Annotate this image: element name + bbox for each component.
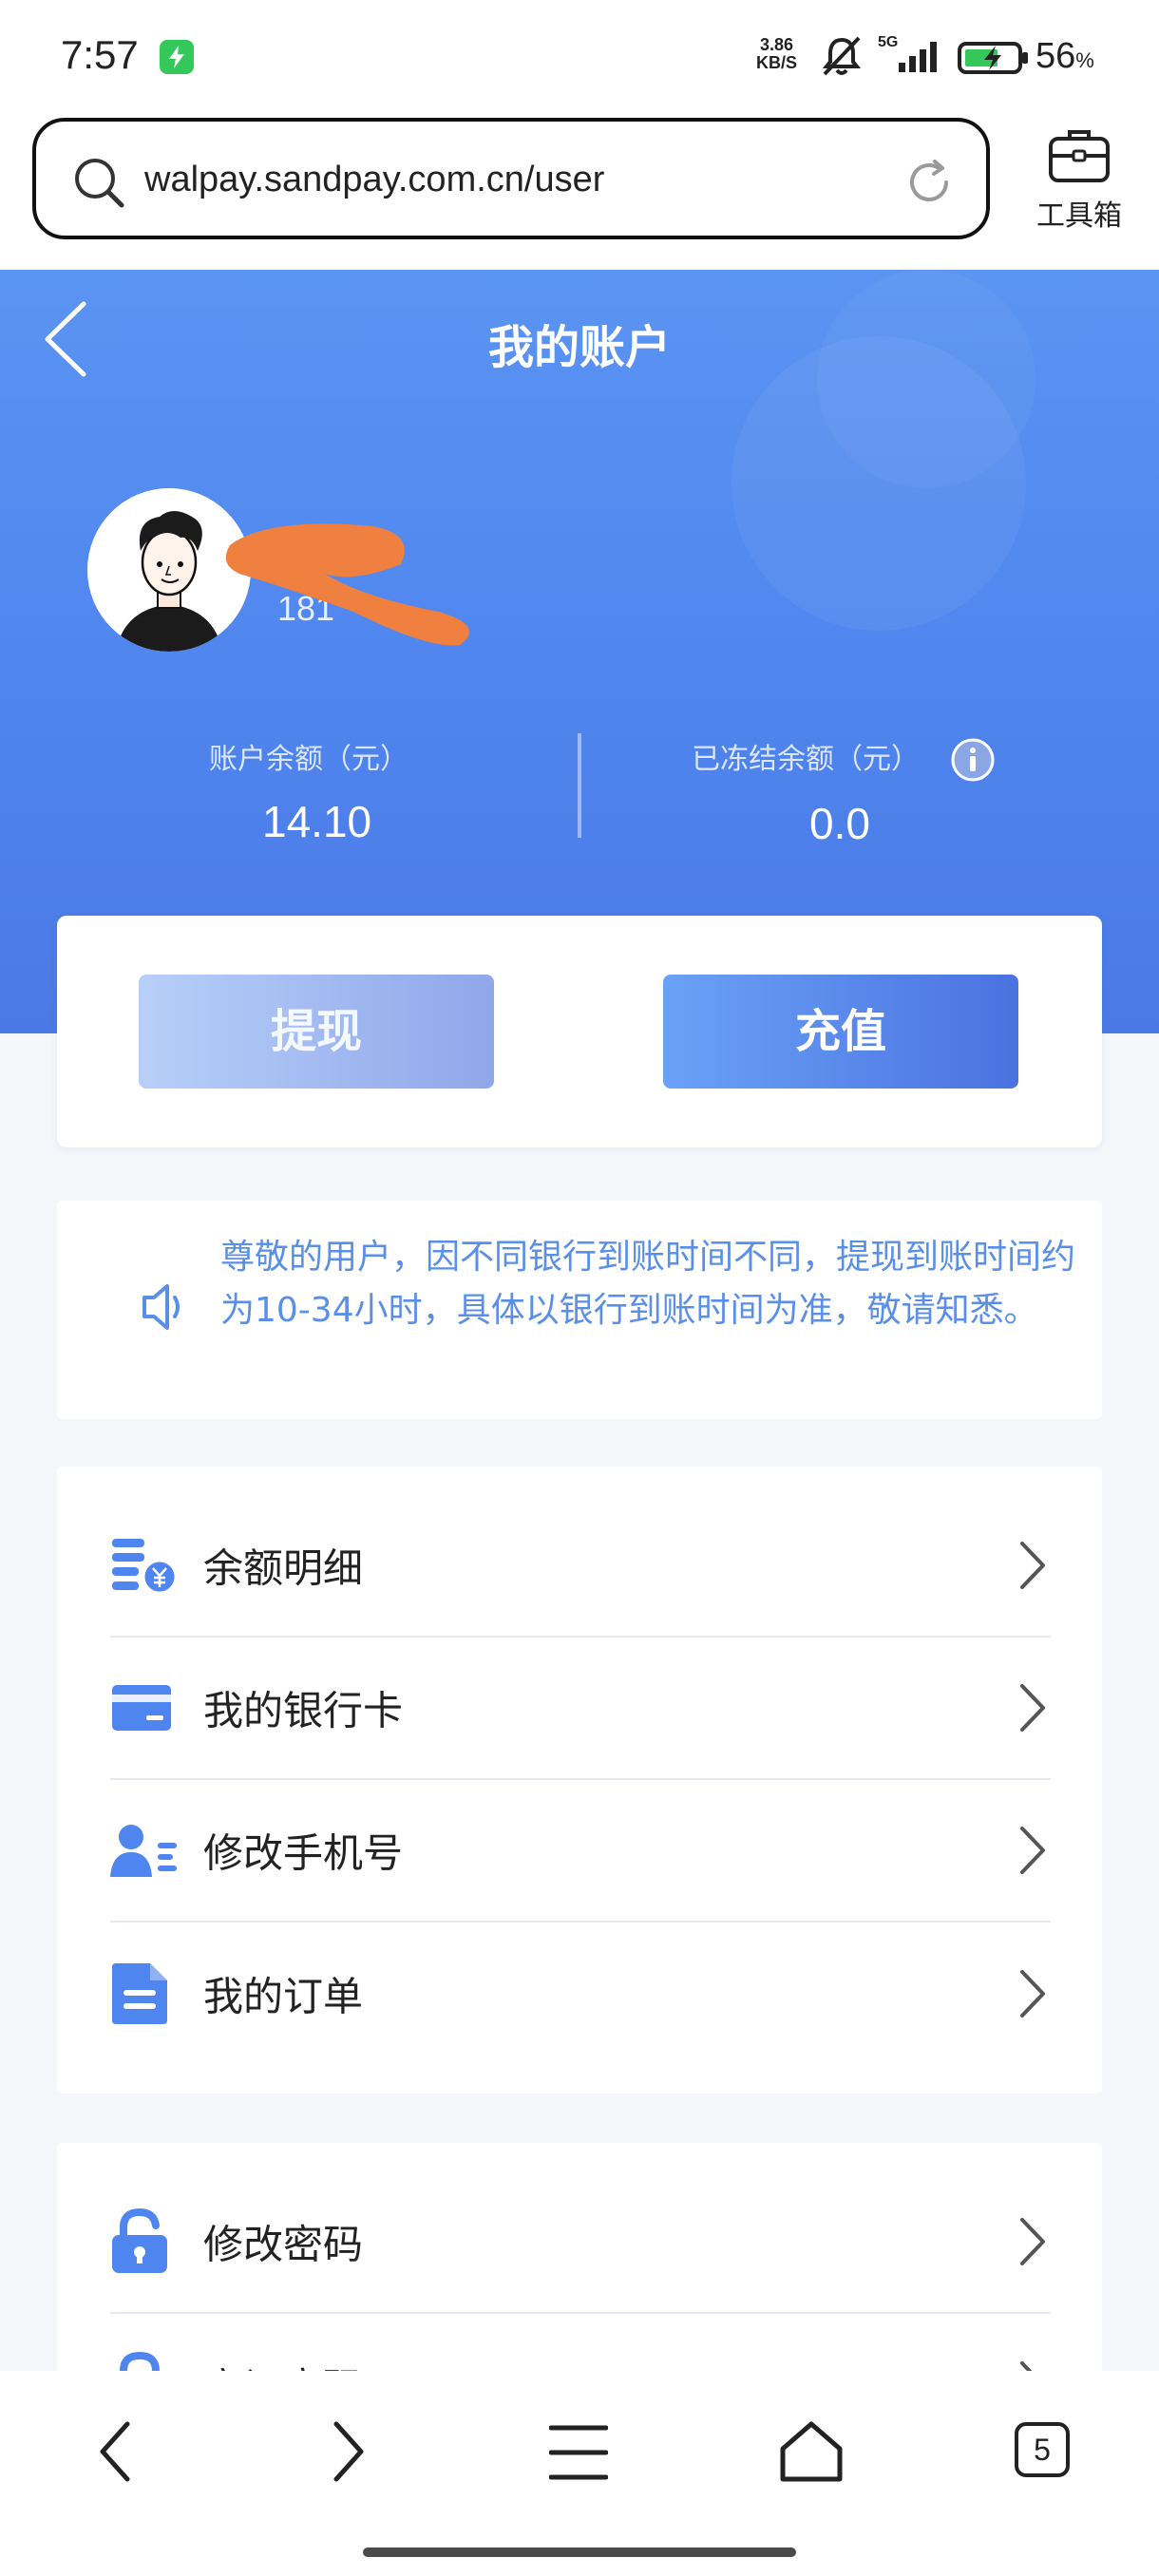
browser-bottom-nav: 5: [0, 2371, 1159, 2576]
withdraw-button[interactable]: 提现: [139, 975, 494, 1089]
net-speed: 3.86 KB/S: [756, 35, 798, 72]
order-document-icon: [112, 1963, 167, 2024]
search-icon: [75, 159, 124, 208]
menu-item-balance-detail[interactable]: 余额明细: [110, 1495, 1051, 1638]
menu-item-my-orders[interactable]: 我的订单: [110, 1923, 1051, 2065]
decorative-circle: [817, 270, 1036, 488]
speaker-icon: [142, 1284, 180, 1330]
menu-group-account: 余额明细 我的银行卡 修改手机号 我的订单: [57, 1467, 1102, 2093]
tabs-count-button[interactable]: 5: [1015, 2422, 1070, 2477]
info-icon[interactable]: [950, 737, 996, 783]
browser-toolbar: walpay.sandpay.com.cn/user 工具箱: [0, 112, 1159, 270]
notice-text: 尊敬的用户，因不同银行到账时间不同，提现到账时间约为10-34小时，具体以银行到…: [220, 1238, 1076, 1330]
menu-item-label: 我的银行卡: [203, 1687, 404, 1734]
user-phone-icon: [110, 1825, 177, 1877]
chevron-right-icon: [1020, 1970, 1045, 2017]
chevron-right-icon: [1020, 1542, 1045, 1589]
menu-item-bank-card[interactable]: 我的银行卡: [110, 1638, 1051, 1780]
menu-item-label: 修改手机号: [203, 1829, 404, 1877]
network-type: 5G: [878, 34, 899, 50]
battery-charging-icon: [958, 42, 1028, 74]
frozen-balance-label: 已冻结余额（元）: [692, 743, 920, 776]
status-time: 7:57: [61, 32, 139, 77]
address-bar[interactable]: walpay.sandpay.com.cn/user: [32, 118, 990, 239]
toolbox-label: 工具箱: [1036, 199, 1122, 233]
frozen-balance-value: 0.0: [809, 799, 870, 848]
nav-forward-icon[interactable]: [325, 2418, 370, 2485]
menu-item-change-phone[interactable]: 修改手机号: [110, 1780, 1051, 1923]
menu-icon[interactable]: [549, 2424, 608, 2481]
redaction-scribble: [225, 523, 470, 646]
battery-percent: 56%: [1036, 36, 1094, 76]
status-bar: 7:57 3.86 KB/S 5G 56%: [0, 0, 1159, 112]
reload-icon[interactable]: [902, 156, 956, 209]
signal-strength-icon: [899, 42, 937, 72]
toolbox-button[interactable]: 工具箱: [1020, 125, 1138, 234]
bank-card-icon: [112, 1685, 171, 1731]
menu-item-label: 余额明细: [203, 1544, 364, 1592]
balance-divider: [578, 733, 581, 838]
chevron-right-icon: [1020, 1684, 1045, 1732]
chevron-right-icon: [1020, 1827, 1045, 1874]
bell-muted-icon: [822, 36, 862, 76]
action-card: 提现 充值: [57, 916, 1102, 1147]
toolbox-icon: [1049, 130, 1110, 182]
menu-item-label: 修改密码: [203, 2221, 364, 2268]
url-text[interactable]: walpay.sandpay.com.cn/user: [144, 160, 604, 200]
home-icon[interactable]: [777, 2420, 846, 2483]
recharge-button[interactable]: 充值: [663, 975, 1018, 1089]
page-title: 我的账户: [487, 321, 671, 374]
gesture-bar: [363, 2548, 796, 2557]
chevron-right-icon: [1020, 2218, 1045, 2265]
account-balance-value: 14.10: [262, 797, 372, 846]
notice-banner: 尊敬的用户，因不同银行到账时间不同，提现到账时间约为10-34小时，具体以银行到…: [57, 1201, 1102, 1419]
menu-item-label: 我的订单: [203, 1973, 364, 2020]
charging-app-icon: [160, 40, 194, 74]
account-balance-label: 账户余额（元）: [209, 743, 408, 776]
lock-icon: [112, 2208, 167, 2273]
balance-detail-icon: [112, 1539, 178, 1595]
nav-back-icon[interactable]: [93, 2418, 139, 2485]
menu-item-change-password[interactable]: 修改密码: [110, 2171, 1051, 2314]
